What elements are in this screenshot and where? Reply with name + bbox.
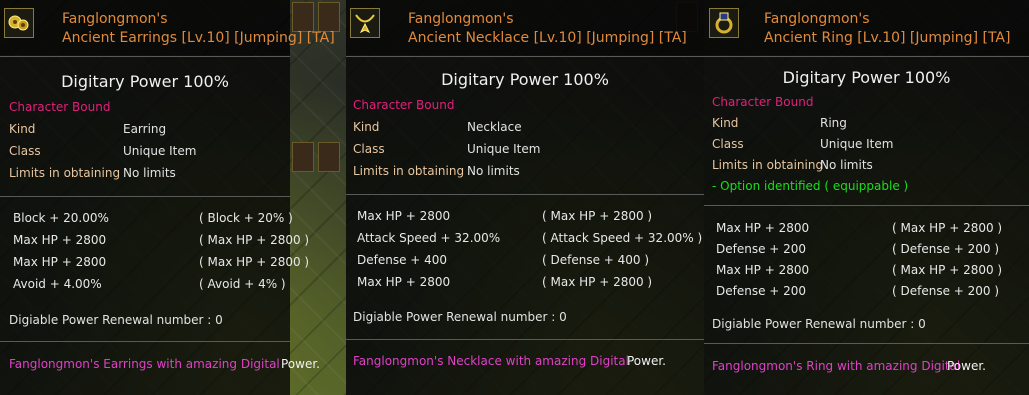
bound-status: Character Bound — [712, 95, 814, 109]
divider — [346, 339, 704, 340]
stat-base: ( Avoid + 4% ) — [199, 277, 286, 291]
necklace-icon — [350, 8, 380, 38]
stat-line: Block + 20.00% — [13, 211, 109, 225]
earrings-icon — [4, 8, 34, 38]
stat-base: ( Block + 20% ) — [199, 211, 293, 225]
class-value: Unique Item — [467, 142, 541, 156]
kind-label: Kind — [353, 120, 380, 134]
item-tooltip: Fanglongmon's Ancient Ring [Lv.10] [Jump… — [704, 0, 1029, 395]
stat-line: Max HP + 2800 — [716, 221, 810, 235]
tooltip-panel-necklace: Fanglongmon's Ancient Necklace [Lv.10] [… — [346, 0, 705, 395]
divider — [0, 196, 290, 197]
divider — [346, 194, 704, 195]
stat-base: ( Defense + 200 ) — [892, 242, 1000, 256]
divider — [0, 56, 290, 57]
divider — [704, 205, 1029, 206]
kind-label: Kind — [9, 122, 36, 136]
item-description: Fanglongmon's Ring with amazing Digital — [712, 359, 961, 373]
item-description-tail: Power. — [947, 359, 986, 373]
item-title: Fanglongmon's Ancient Necklace [Lv.10] [… — [408, 11, 687, 46]
item-description: Fanglongmon's Earrings with amazing Digi… — [9, 357, 280, 371]
stat-base: ( Defense + 200 ) — [892, 284, 1000, 298]
class-value: Unique Item — [820, 137, 894, 151]
kind-value: Ring — [820, 116, 847, 130]
stat-base: ( Max HP + 2800 ) — [892, 263, 1003, 277]
stat-base: ( Max HP + 2800 ) — [199, 255, 310, 269]
kind-label: Kind — [712, 116, 739, 130]
bound-status: Character Bound — [353, 98, 455, 112]
stat-line: Defense + 200 — [716, 242, 807, 256]
renewal-count: Digiable Power Renewal number : 0 — [9, 313, 223, 327]
class-label: Class — [712, 137, 744, 151]
limits-value: No limits — [467, 164, 520, 178]
stat-base: ( Max HP + 2800 ) — [892, 221, 1003, 235]
stat-base: ( Attack Speed + 32.00% ) — [542, 231, 703, 245]
option-identified-note: - Option identified ( equippable ) — [712, 179, 909, 193]
limits-label: Limits in obtaining — [9, 166, 121, 180]
kind-value: Earring — [123, 122, 167, 136]
digitary-power: Digitary Power 100% — [441, 70, 609, 89]
item-description-tail: Power. — [627, 354, 666, 368]
limits-label: Limits in obtaining — [712, 158, 824, 172]
tooltip-panel-ring: Fanglongmon's Ancient Ring [Lv.10] [Jump… — [704, 0, 1029, 395]
stat-line: Defense + 400 — [357, 253, 448, 267]
stat-line: Avoid + 4.00% — [13, 277, 102, 291]
divider — [704, 343, 1029, 344]
limits-label: Limits in obtaining — [353, 164, 465, 178]
class-value: Unique Item — [123, 144, 197, 158]
kind-value: Necklace — [467, 120, 522, 134]
bound-status: Character Bound — [9, 100, 111, 114]
item-tooltip: Fanglongmon's Ancient Earrings [Lv.10] [… — [0, 0, 335, 395]
stat-line: Defense + 200 — [716, 284, 807, 298]
stat-line: Max HP + 2800 — [13, 255, 107, 269]
ring-icon — [709, 8, 739, 38]
stat-base: ( Max HP + 2800 ) — [199, 233, 310, 247]
item-title: Fanglongmon's Ancient Ring [Lv.10] [Jump… — [764, 11, 1011, 46]
digitary-power: Digitary Power 100% — [782, 68, 951, 87]
stat-line: Max HP + 2800 — [357, 275, 451, 289]
stat-line: Max HP + 2800 — [13, 233, 107, 247]
limits-value: No limits — [820, 158, 873, 172]
item-description-tail: Power. — [281, 357, 320, 371]
digitary-power: Digitary Power 100% — [61, 72, 229, 91]
stat-base: ( Max HP + 2800 ) — [542, 209, 653, 223]
divider — [0, 341, 290, 342]
class-label: Class — [353, 142, 385, 156]
item-title: Fanglongmon's Ancient Earrings [Lv.10] [… — [62, 11, 335, 46]
stat-base: ( Defense + 400 ) — [542, 253, 650, 267]
renewal-count: Digiable Power Renewal number : 0 — [353, 310, 567, 324]
item-description: Fanglongmon's Necklace with amazing Digi… — [353, 354, 629, 368]
tooltip-panel-earrings: Fanglongmon's Ancient Earrings [Lv.10] [… — [0, 0, 347, 395]
class-label: Class — [9, 144, 41, 158]
inventory-slot — [292, 142, 314, 172]
renewal-count: Digiable Power Renewal number : 0 — [712, 317, 926, 331]
stat-line: Attack Speed + 32.00% — [357, 231, 501, 245]
stat-base: ( Max HP + 2800 ) — [542, 275, 653, 289]
divider — [704, 56, 1029, 57]
item-tooltip: Fanglongmon's Ancient Necklace [Lv.10] [… — [346, 0, 704, 395]
divider — [346, 56, 704, 57]
inventory-slot — [318, 142, 340, 172]
limits-value: No limits — [123, 166, 176, 180]
stat-line: Max HP + 2800 — [716, 263, 810, 277]
stat-line: Max HP + 2800 — [357, 209, 451, 223]
